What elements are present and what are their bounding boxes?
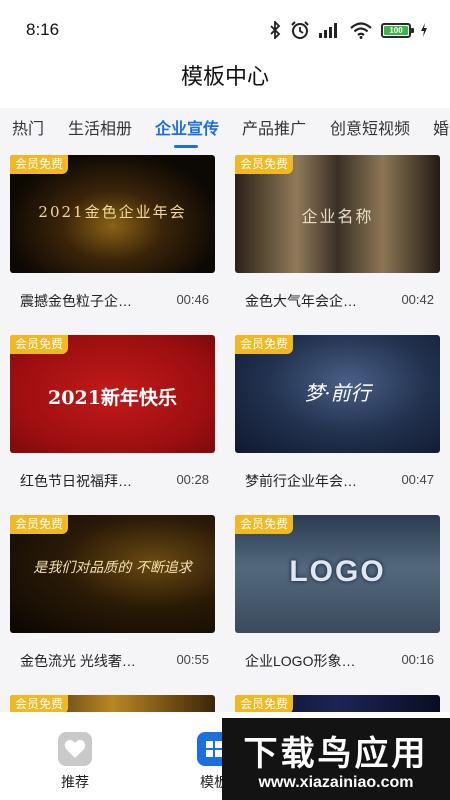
tab-indicator (174, 145, 198, 148)
tab-life-album[interactable]: 生活相册 (68, 120, 132, 140)
card-duration: 00:42 (401, 292, 434, 307)
battery-icon: 100 (381, 22, 414, 38)
thumbnail-caption: 是我们对品质的 不断追求 (33, 560, 192, 576)
member-free-badge: 会员免费 (10, 335, 69, 354)
member-free-badge: 会员免费 (10, 155, 69, 174)
tab-wedding[interactable]: 婚 (433, 120, 449, 140)
template-card[interactable]: 梦·前行 会员免费 梦前行企业年会… 00:47 (235, 335, 440, 489)
member-free-badge: 会员免费 (10, 515, 69, 534)
category-tabs: 热门 生活相册 企业宣传 产品推广 创意短视频 婚 (0, 108, 450, 152)
card-title: 震撼金色粒子企… (20, 293, 132, 309)
heart-icon (58, 732, 92, 766)
template-thumbnail[interactable]: 是我们对品质的 不断追求 会员免费 (10, 515, 215, 633)
thumbnail-caption: 企业名称 (301, 207, 374, 226)
card-title: 金色流光 光线奢… (20, 653, 136, 669)
tab-product[interactable]: 产品推广 (242, 120, 306, 140)
card-title: 梦前行企业年会… (245, 473, 357, 489)
member-free-badge: 会员免费 (10, 695, 69, 712)
status-time: 8:16 (26, 20, 60, 39)
template-thumbnail[interactable]: LOGO 会员免费 (235, 515, 440, 633)
watermark-url: www.xiazainiao.com (258, 774, 414, 791)
template-card[interactable]: 是我们对品质的 不断追求 会员免费 金色流光 光线奢… 00:55 (10, 515, 215, 669)
template-thumbnail[interactable]: 会员免费 (235, 695, 440, 712)
status-bar: 8:16 100 (0, 0, 450, 62)
template-thumbnail[interactable]: 梦·前行 会员免费 (235, 335, 440, 453)
template-card[interactable]: LOGO 会员免费 企业LOGO形象… 00:16 (235, 515, 440, 669)
card-duration: 00:46 (176, 292, 209, 307)
nav-recommend[interactable]: 推荐 (45, 732, 105, 792)
wifi-icon (350, 21, 372, 39)
template-thumbnail[interactable]: 会员免费 (10, 695, 215, 712)
charging-icon (421, 23, 427, 37)
card-title: 红色节日祝福拜… (20, 473, 132, 489)
alarm-icon (291, 21, 309, 39)
card-title: 金色大气年会企… (245, 293, 357, 309)
thumbnail-caption: LOGO (289, 555, 386, 588)
thumbnail-caption: 梦·前行 (304, 381, 371, 405)
page-title: 模板中心 (180, 64, 269, 89)
thumbnail-caption: 2021新年快乐 (48, 387, 177, 409)
template-card[interactable]: 2021新年快乐 会员免费 红色节日祝福拜… 00:28 (10, 335, 215, 489)
template-thumbnail[interactable]: 2021金色企业年会 会员免费 (10, 155, 215, 273)
card-duration: 00:28 (176, 472, 209, 487)
tab-enterprise[interactable]: 企业宣传 (155, 120, 219, 140)
card-title: 企业LOGO形象… (245, 653, 356, 669)
template-thumbnail[interactable]: 企业名称 会员免费 (235, 155, 440, 273)
card-duration: 00:16 (401, 652, 434, 667)
member-free-badge: 会员免费 (235, 515, 294, 534)
template-card[interactable]: 企业名称 会员免费 金色大气年会企… 00:42 (235, 155, 440, 309)
member-free-badge: 会员免费 (235, 695, 294, 712)
watermark-title: 下载鸟应用 (243, 735, 429, 773)
tab-hot[interactable]: 热门 (12, 120, 44, 140)
member-free-badge: 会员免费 (235, 335, 294, 354)
thumbnail-caption: 2021金色企业年会 (38, 203, 187, 221)
watermark: 下载鸟应用 www.xiazainiao.com (222, 718, 450, 800)
tab-creative-video[interactable]: 创意短视频 (330, 120, 410, 140)
template-card[interactable]: 2021金色企业年会 会员免费 震撼金色粒子企… 00:46 (10, 155, 215, 309)
template-card[interactable]: 会员免费 (10, 695, 215, 712)
nav-label: 推荐 (61, 774, 89, 790)
card-duration: 00:55 (176, 652, 209, 667)
bluetooth-icon (270, 21, 281, 39)
card-duration: 00:47 (401, 472, 434, 487)
signal-icon (319, 23, 337, 38)
member-free-badge: 会员免费 (235, 155, 294, 174)
template-thumbnail[interactable]: 2021新年快乐 会员免费 (10, 335, 215, 453)
template-grid: 2021金色企业年会 会员免费 震撼金色粒子企… 00:46 企业名称 会员免费… (0, 152, 450, 712)
status-icons: 100 (269, 20, 428, 40)
template-card[interactable]: 会员免费 (235, 695, 440, 712)
